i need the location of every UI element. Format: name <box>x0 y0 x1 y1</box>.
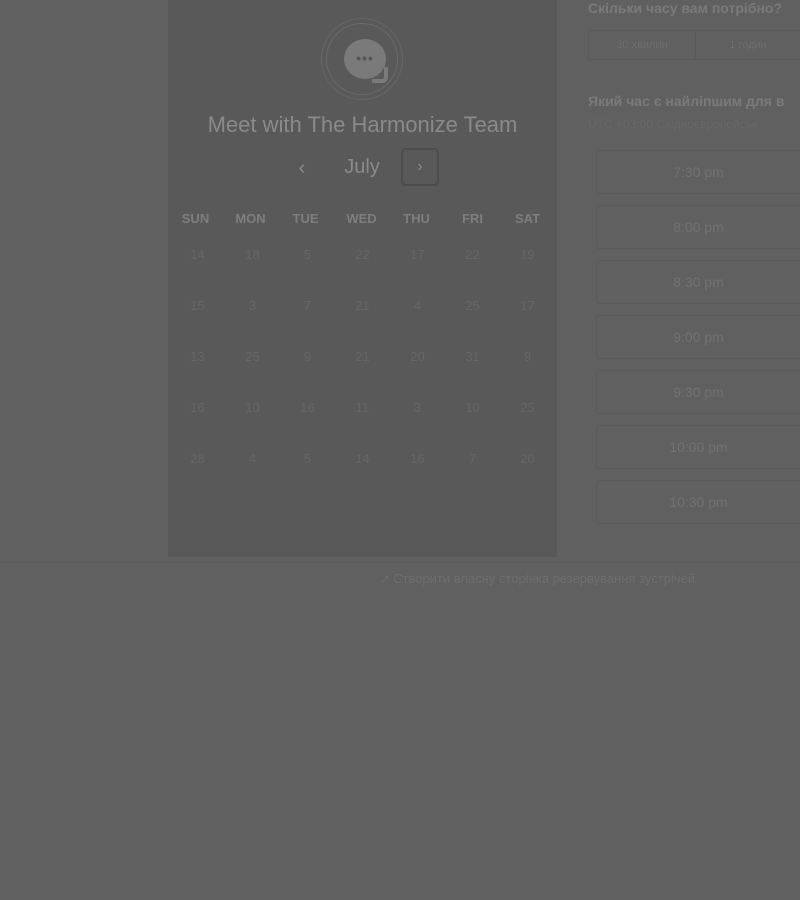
calendar-day[interactable]: 25 <box>500 400 555 415</box>
link-icon: ↗ <box>380 572 391 586</box>
calendar-day[interactable]: 13 <box>170 349 225 364</box>
dow-tue: TUE <box>292 211 319 226</box>
calendar-day[interactable]: 31 <box>445 349 500 364</box>
calendar-day[interactable]: 7 <box>445 451 500 466</box>
time-slot-button[interactable]: 7:30 pm <box>596 150 800 194</box>
week-row: 14 18 5 22 17 22 19 <box>168 247 557 267</box>
time-slot-button[interactable]: 8:00 pm <box>596 205 800 249</box>
calendar-day[interactable]: 14 <box>170 247 225 262</box>
calendar-day[interactable]: 25 <box>445 298 500 313</box>
month-navigation: ‹ July › <box>168 148 557 188</box>
dow-thu: THU <box>403 211 430 226</box>
calendar-day[interactable]: 17 <box>500 298 555 313</box>
duration-question: Скільки часу вам потрібно? <box>588 0 783 16</box>
calendar-day[interactable]: 20 <box>500 451 555 466</box>
calendar-day[interactable]: 22 <box>445 247 500 262</box>
week-row: 28 4 5 14 16 7 20 <box>168 451 557 471</box>
time-slot-button[interactable]: 10:30 pm <box>596 480 800 524</box>
next-month-button[interactable]: › <box>401 148 439 186</box>
calendar-day[interactable]: 11 <box>335 400 390 415</box>
duration-option-30min[interactable]: 30 хвилин <box>589 31 696 59</box>
duration-option-1hour[interactable]: 1 годин <box>695 31 800 59</box>
calendar-title: Meet with The Harmonize Team <box>207 112 518 137</box>
prev-month-button[interactable]: ‹ <box>290 154 314 182</box>
calendar-day[interactable]: 10 <box>225 400 280 415</box>
calendar-day[interactable]: 5 <box>280 451 335 466</box>
calendar-day[interactable]: 22 <box>335 247 390 262</box>
time-question: Який час є найліпшим для в <box>588 93 785 109</box>
create-booking-page-link-label: Створити власну сторінка резервування зу… <box>393 571 696 586</box>
create-booking-page-link[interactable]: ↗ Створити власну сторінка резервування з… <box>380 571 695 586</box>
calendar-day[interactable]: 17 <box>390 247 445 262</box>
chat-bubble-icon: ••• <box>344 39 388 83</box>
calendar-day[interactable]: 20 <box>390 349 445 364</box>
dow-sat: SAT <box>514 211 541 226</box>
calendar-day[interactable]: 21 <box>335 349 390 364</box>
calendar-day[interactable]: 19 <box>500 247 555 262</box>
calendar-day[interactable]: 25 <box>225 349 280 364</box>
duration-options: 30 хвилин 1 годин <box>588 30 800 60</box>
month-label: July <box>344 156 380 178</box>
calendar-day[interactable]: 16 <box>390 451 445 466</box>
time-slot-button[interactable]: 9:30 pm <box>596 370 800 414</box>
calendar-day[interactable]: 21 <box>335 298 390 313</box>
week-row: 16 10 16 11 3 10 25 <box>168 400 557 420</box>
calendar-day[interactable]: 3 <box>390 400 445 415</box>
calendar-day[interactable]: 9 <box>500 349 555 364</box>
dow-wed: WED <box>346 211 377 226</box>
dow-mon: MON <box>235 211 266 226</box>
calendar-day[interactable]: 28 <box>170 451 225 466</box>
dow-sun: SUN <box>181 211 210 226</box>
dow-fri: FRI <box>462 211 483 226</box>
calendar-day[interactable]: 9 <box>280 349 335 364</box>
week-row: 13 25 9 21 20 31 9 <box>168 349 557 369</box>
calendar-day[interactable]: 4 <box>225 451 280 466</box>
time-slot-button[interactable]: 9:00 pm <box>596 315 800 359</box>
calendar-day[interactable]: 3 <box>225 298 280 313</box>
calendar-day[interactable]: 4 <box>390 298 445 313</box>
team-logo: ••• <box>321 18 403 100</box>
calendar-day[interactable]: 15 <box>170 298 225 313</box>
calendar-day[interactable]: 16 <box>170 400 225 415</box>
days-of-week-row: SUN MON TUE WED THU FRI SAT <box>168 211 557 231</box>
time-slot-button[interactable]: 10:00 pm <box>596 425 800 469</box>
calendar-day[interactable]: 16 <box>280 400 335 415</box>
calendar-day[interactable]: 14 <box>335 451 390 466</box>
calendar-day[interactable]: 7 <box>280 298 335 313</box>
week-row: 15 3 7 21 4 25 17 <box>168 298 557 318</box>
time-slot-button[interactable]: 8:30 pm <box>596 260 800 304</box>
bubble-tail <box>372 67 388 83</box>
page: ••• Meet with The Harmonize Team ‹ July … <box>0 0 800 900</box>
calendar-day[interactable]: 5 <box>280 247 335 262</box>
calendar-day[interactable]: 10 <box>445 400 500 415</box>
ellipsis-icon: ••• <box>356 50 374 66</box>
timezone-label[interactable]: UTC +03:00 Східноєвропейськ <box>588 117 757 131</box>
calendar-day[interactable]: 18 <box>225 247 280 262</box>
